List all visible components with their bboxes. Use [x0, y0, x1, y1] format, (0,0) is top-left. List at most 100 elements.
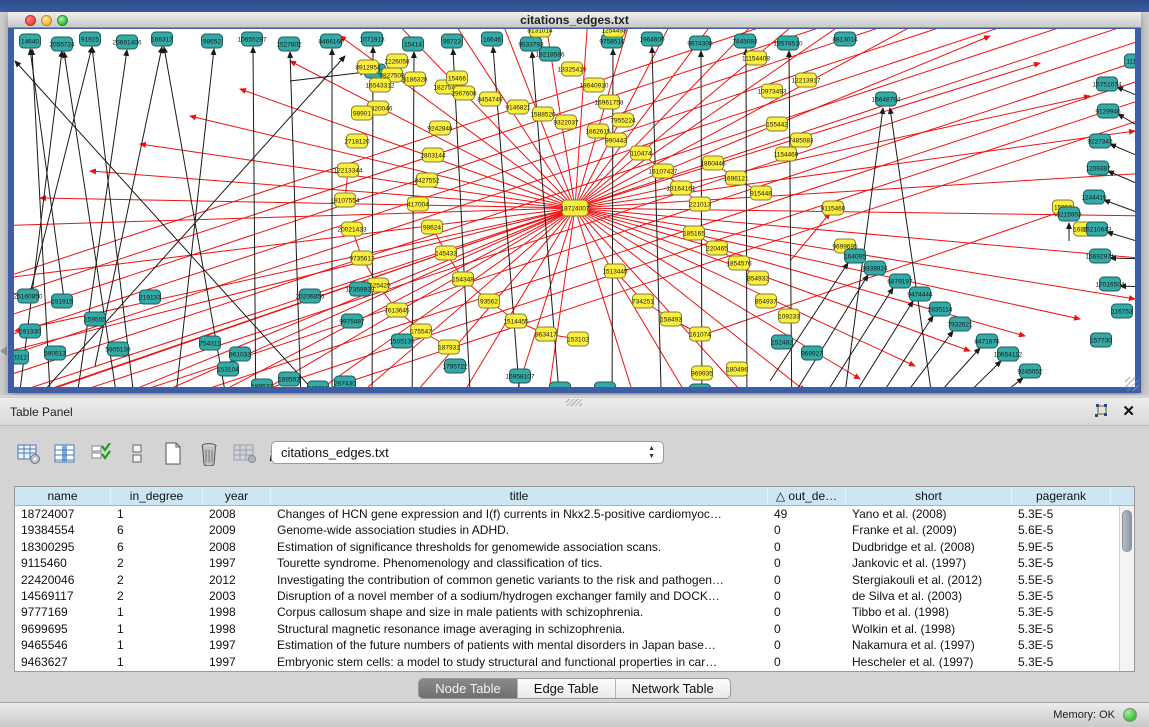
table-cell: 18300295 [15, 539, 111, 555]
graph-node-label: 10654112 [994, 351, 1023, 358]
table-cell: Dudbridge et al. (2008) [846, 539, 1012, 555]
table-row[interactable]: 2242004622012Investigating the contribut… [15, 572, 1134, 588]
table-cell: Stergiakouli et al. (2012) [846, 572, 1012, 588]
table-cell: 2009 [203, 522, 271, 538]
select-all-icon[interactable] [86, 440, 116, 468]
column-header-short[interactable]: short [846, 487, 1012, 505]
vertical-scrollbar[interactable] [1119, 506, 1134, 671]
graph-node-label: 185165 [683, 230, 705, 237]
network-canvas-container[interactable]: 1464020557249192520691406166317986521065… [14, 29, 1135, 387]
graph-node-label: 18724007 [561, 205, 590, 212]
desktop-strip-right [1141, 12, 1149, 395]
graph-node-label: 1254493 [601, 29, 627, 34]
float-window-icon[interactable] [1093, 404, 1109, 420]
new-table-icon[interactable] [158, 440, 188, 468]
table-cell: 2 [111, 572, 203, 588]
graph-node-label: 16543312 [366, 82, 395, 89]
table-row[interactable]: 946554611997Estimation of the future num… [15, 637, 1134, 653]
table-row[interactable]: 1872400712008Changes of HCN gene express… [15, 506, 1134, 522]
graph-node-label: 417004 [407, 201, 429, 208]
table-row[interactable]: 911546021997Tourette syndrome. Phenomeno… [15, 555, 1134, 571]
column-header-year[interactable]: year [203, 487, 271, 505]
scrollbar-thumb[interactable] [1122, 510, 1132, 552]
close-panel-icon[interactable]: ✕ [1122, 402, 1135, 420]
merge-rows-icon[interactable] [122, 440, 152, 468]
delete-table-icon[interactable] [194, 440, 224, 468]
graph-node-label: 13325419 [558, 66, 587, 73]
graph-node-label: 20206856 [296, 293, 325, 300]
table-cell: 0 [768, 572, 846, 588]
panel-resize-grip[interactable] [566, 399, 582, 406]
graph-node-label: 2718120 [344, 138, 370, 145]
column-header-title[interactable]: title [271, 487, 768, 505]
graph-node[interactable] [690, 384, 711, 387]
table-panel-header: Table Panel ✕ [0, 398, 1149, 426]
panel-collapse-arrow[interactable] [0, 346, 7, 356]
window-titlebar[interactable]: citations_edges.txt [8, 12, 1141, 28]
graph-node-label: 152482 [771, 339, 793, 346]
table-cell: 9465546 [15, 637, 111, 653]
table-cell: 0 [768, 637, 846, 653]
graph-node-label: 9245052 [1017, 368, 1043, 375]
tab-network-table[interactable]: Network Table [616, 679, 730, 698]
graph-node-label: 2055724 [49, 41, 75, 48]
table-row[interactable]: 1830029562008Estimation of significance … [15, 539, 1134, 555]
table-body[interactable]: 1872400712008Changes of HCN gene express… [15, 506, 1134, 670]
table-row[interactable]: 1938455462009Genome-wide association stu… [15, 522, 1134, 538]
column-header-pagerank[interactable]: pagerank [1012, 487, 1111, 505]
graph-node-label: 9227343 [1087, 138, 1113, 145]
graph-node-label: 154348 [452, 276, 474, 283]
graph-node-label: 1154469 [774, 151, 799, 158]
column-header-in_degree[interactable]: in_degree [111, 487, 203, 505]
graph-node-label: 9533793 [518, 41, 544, 48]
graph-node-label: 6879197 [887, 278, 913, 285]
graph-node-label: 990443 [605, 137, 627, 144]
table-cell: 5.3E-5 [1012, 621, 1111, 637]
graph-node-label: 2935114 [928, 306, 953, 313]
node-layer: 1464020557249192520691406166317986521065… [14, 29, 1135, 387]
graph-node-label: 1795722 [442, 363, 468, 370]
table-cell: 2 [111, 588, 203, 604]
graph-node-label: 25160850 [14, 293, 43, 300]
graph-node-label: 1964609 [639, 36, 665, 43]
graph-node-label: 157730 [1090, 337, 1112, 344]
graph-node-label: 187931 [438, 344, 460, 351]
graph-node-label: 2967608 [451, 90, 477, 97]
tab-edge-table[interactable]: Edge Table [518, 679, 616, 698]
graph-node-label: 9735612 [349, 255, 375, 262]
graph-node-label: 13164161 [667, 185, 696, 192]
graph-node-label: 963417 [535, 331, 557, 338]
table-row[interactable]: 969969511998Structural magnetic resonanc… [15, 621, 1134, 637]
graph-node-label: 93562 [480, 298, 498, 305]
graph-node-label: 1505135 [389, 338, 415, 345]
table-cell: de Silva et al. (2003) [846, 588, 1012, 604]
table-cell: Tibbo et al. (1998) [846, 604, 1012, 620]
table-row[interactable]: 977716911998Corpus callosum shape and si… [15, 604, 1134, 620]
table-settings-icon[interactable] [14, 440, 44, 468]
table-column-icon[interactable] [50, 440, 80, 468]
graph-node-label: 11154408 [742, 55, 770, 62]
window-title: citations_edges.txt [8, 13, 1141, 27]
table-cell: 14569117 [15, 588, 111, 604]
table-select-dropdown[interactable]: citations_edges.txt ▲▼ [271, 441, 664, 464]
table-cell: 5.3E-5 [1012, 604, 1111, 620]
graph-node-label: 15692971 [1086, 253, 1115, 260]
table-header-row[interactable]: namein_degreeyeartitle△ out_de…shortpage… [15, 487, 1134, 506]
window-resize-grip[interactable] [1125, 377, 1139, 391]
table-row[interactable]: 946362711997Embryonic stem cells: a mode… [15, 654, 1134, 670]
table-cell: 2012 [203, 572, 271, 588]
column-header-name[interactable]: name [15, 487, 111, 505]
graph-node-label: 969927 [801, 350, 823, 357]
table-row[interactable]: 1456911722003Disruption of a novel membe… [15, 588, 1134, 604]
graph-node-label: 1244419 [1081, 194, 1107, 201]
network-graph[interactable]: 1464020557249192520691406166317986521065… [14, 29, 1135, 387]
table-cell: 18724007 [15, 506, 111, 522]
table-panel: Table Panel ✕ [0, 395, 1149, 727]
table-cell: 1997 [203, 654, 271, 670]
table-cell: 0 [768, 555, 846, 571]
column-header-out_de[interactable]: △ out_de… [768, 487, 846, 505]
import-table-icon[interactable] [230, 440, 260, 468]
table-cell: 2003 [203, 588, 271, 604]
graph-node-label: 7932621 [947, 321, 973, 328]
tab-node-table[interactable]: Node Table [419, 679, 518, 698]
